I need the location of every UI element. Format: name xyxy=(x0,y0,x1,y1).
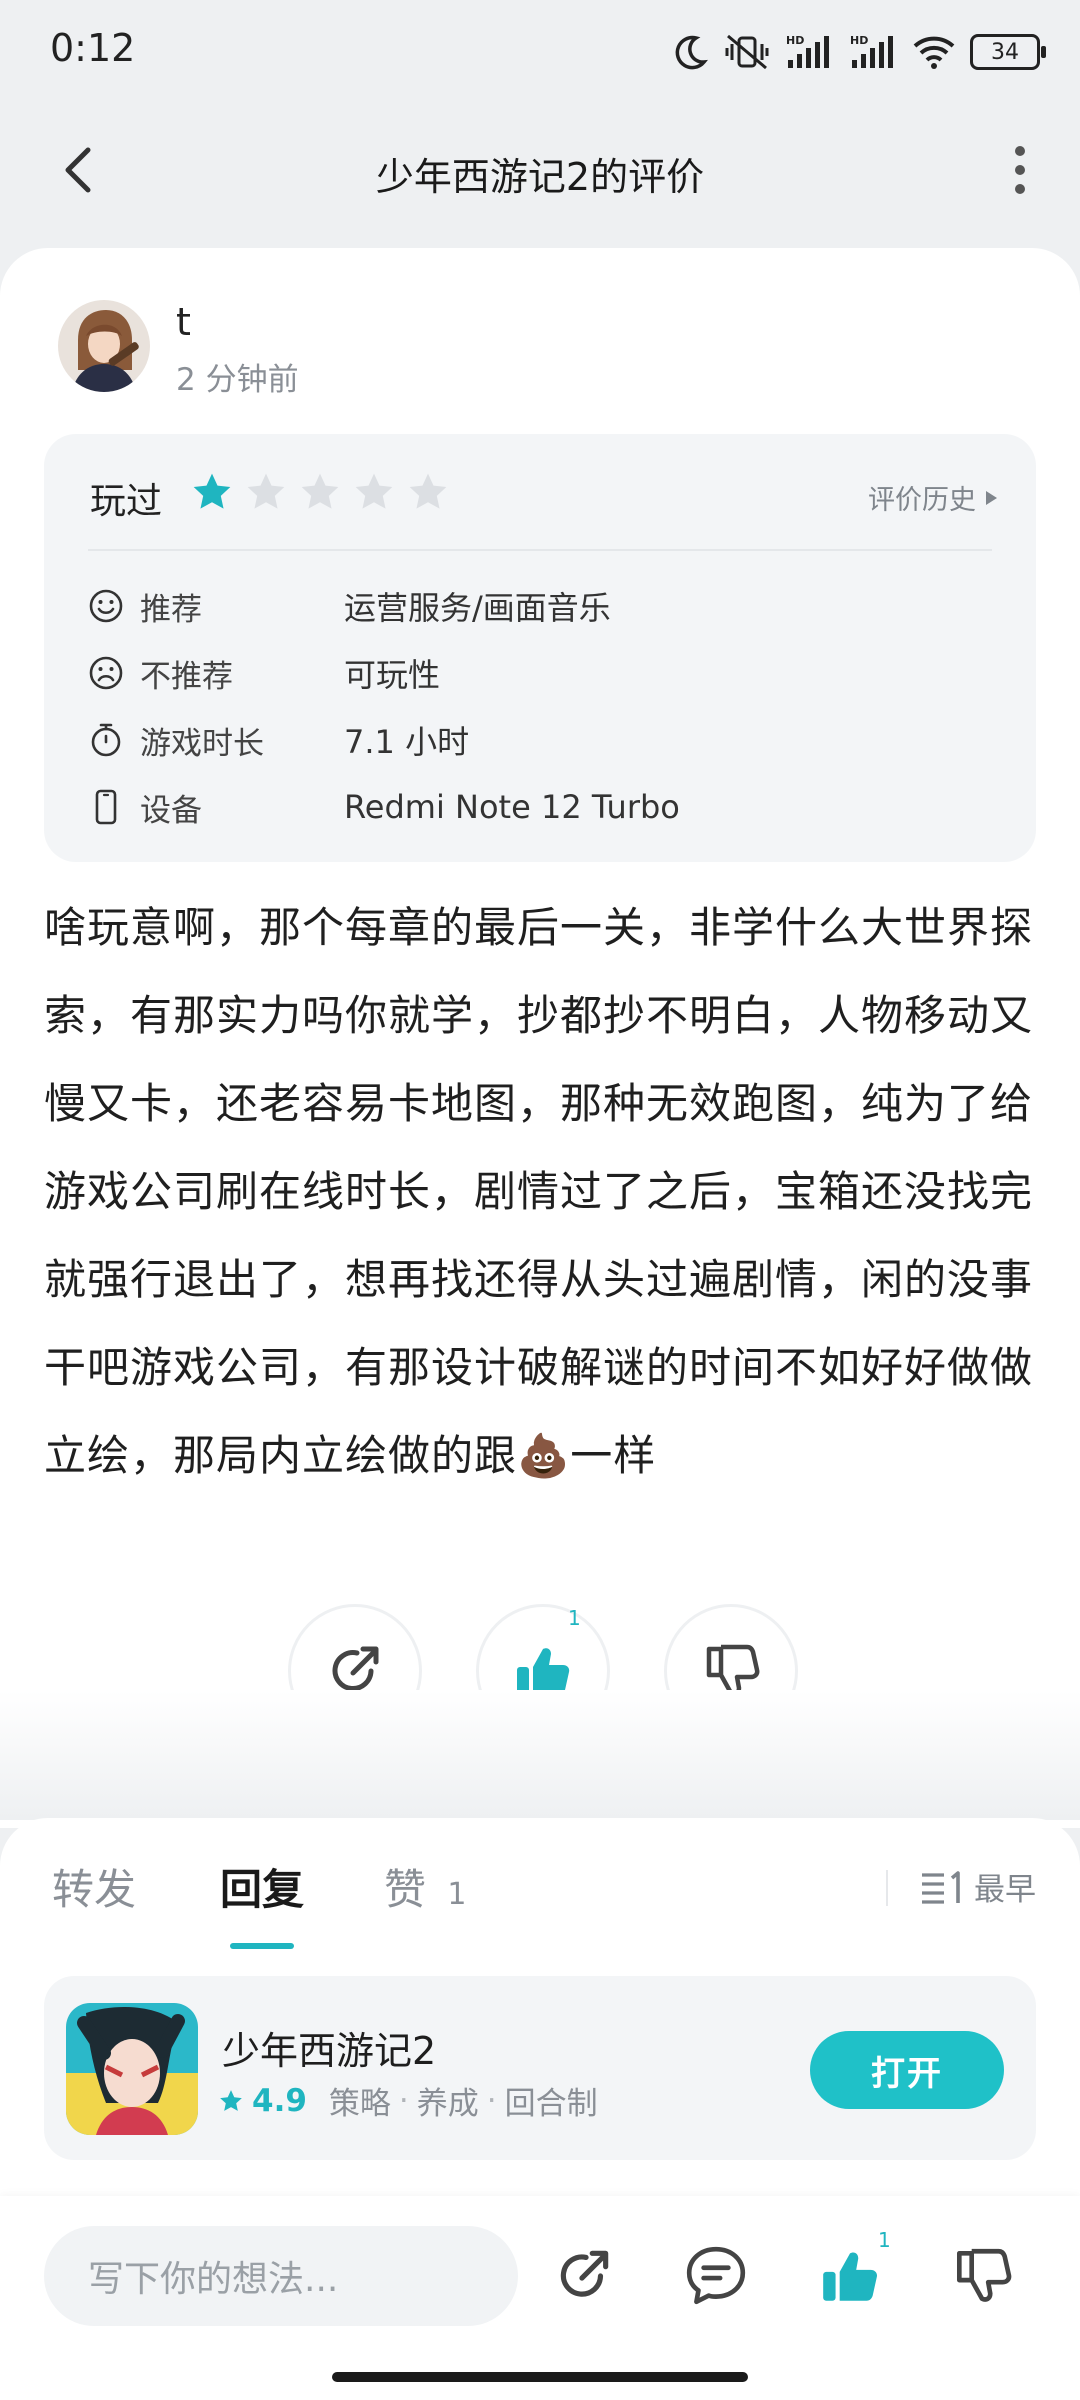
sort-button[interactable]: 最早 xyxy=(920,1864,1036,1909)
star-icon xyxy=(220,2089,242,2111)
smile-icon xyxy=(89,589,123,623)
star-empty-icon xyxy=(409,473,447,509)
rating-history-label: 评价历史 xyxy=(868,485,976,516)
comment-icon xyxy=(686,2246,746,2305)
sort-icon xyxy=(922,1870,960,1904)
post-time: 2 分钟前 xyxy=(176,362,299,398)
game-icon-image xyxy=(66,2003,198,2135)
star-empty-icon xyxy=(355,473,393,509)
like-count: 1 xyxy=(568,1606,581,1630)
stopwatch-icon xyxy=(91,723,121,757)
status-bar: 0:12 HD HD 34 xyxy=(0,0,1080,110)
bottom-share-button[interactable] xyxy=(540,2232,628,2320)
detail-value: 7.1 小时 xyxy=(344,723,470,761)
star-filled-icon xyxy=(193,473,231,509)
detail-row-playtime: 游戏时长 7.1 小时 xyxy=(88,712,469,768)
tag-separator: · xyxy=(486,2082,497,2119)
svg-text:HD: HD xyxy=(850,34,868,47)
signal-hd-icon: HD xyxy=(850,34,893,68)
game-icon[interactable] xyxy=(66,2003,198,2135)
rating-history-link[interactable]: 评价历史 xyxy=(868,478,998,517)
wifi-icon xyxy=(913,36,955,69)
signal-hd-icon: HD xyxy=(786,34,829,68)
tag-separator: · xyxy=(398,2082,409,2119)
game-tag: 养成 xyxy=(416,2086,479,2122)
battery-level: 34 xyxy=(991,39,1019,65)
detail-label: 不推荐 xyxy=(140,658,233,695)
avatar-image xyxy=(58,300,150,392)
bottom-like-count: 1 xyxy=(878,2228,891,2252)
detail-row-not-recommend: 不推荐 可玩性 xyxy=(88,645,440,701)
more-vertical-icon xyxy=(1015,146,1025,194)
svg-text:HD: HD xyxy=(786,34,804,47)
status-time: 0:12 xyxy=(50,26,136,70)
active-tab-indicator xyxy=(230,1943,294,1949)
tab-likes[interactable]: 赞 1 xyxy=(384,1856,466,1917)
bottom-comment-button[interactable] xyxy=(672,2232,760,2320)
detail-label: 游戏时长 xyxy=(140,725,264,762)
tab-label: 回复 xyxy=(220,1865,305,1914)
thumbs-up-icon xyxy=(823,2252,878,2301)
phone-icon xyxy=(95,789,117,825)
game-tag: 策略 xyxy=(328,2086,391,2122)
more-button[interactable] xyxy=(990,140,1050,200)
user-name[interactable]: t xyxy=(176,300,191,344)
game-name[interactable]: 少年西游记2 xyxy=(222,2020,436,2075)
battery-icon: 34 xyxy=(970,34,1046,70)
header: 少年西游记2的评价 xyxy=(0,110,1080,230)
star-rating xyxy=(190,470,450,514)
tab-label: 赞 xyxy=(384,1865,427,1914)
vibrate-off-icon xyxy=(725,34,769,70)
divider xyxy=(886,1870,888,1906)
divider xyxy=(88,549,992,551)
moon-icon xyxy=(675,35,708,70)
detail-label: 推荐 xyxy=(140,591,202,628)
section-fade xyxy=(0,1690,1080,1820)
detail-value: 可玩性 xyxy=(344,656,441,694)
tab-count: 1 xyxy=(447,1877,467,1912)
detail-label: 设备 xyxy=(140,792,202,829)
status-icons: HD HD 34 xyxy=(670,24,1046,80)
open-game-button[interactable]: 打开 xyxy=(810,2031,1004,2109)
avatar[interactable] xyxy=(58,300,150,392)
game-tag: 回合制 xyxy=(504,2086,598,2122)
star-empty-icon xyxy=(301,473,339,509)
play-arrow-icon xyxy=(986,490,997,505)
share-icon xyxy=(560,2250,609,2297)
review-text: 啥玩意啊，那个每章的最后一关，非学什么大世界探索，有那实力吗你就学，抄都抄不明白… xyxy=(44,903,1034,1480)
thumbs-down-icon xyxy=(956,2248,1012,2302)
detail-row-recommend: 推荐 运营服务/画面音乐 xyxy=(88,578,611,634)
played-label: 玩过 xyxy=(90,481,163,522)
tab-reply[interactable]: 回复 xyxy=(220,1856,304,1917)
game-score: 4.9 xyxy=(252,2082,307,2119)
tab-forward[interactable]: 转发 xyxy=(52,1856,136,1917)
home-indicator[interactable] xyxy=(332,2372,748,2382)
game-meta: 4.9 策略 · 养成 · 回合制 xyxy=(218,2078,598,2123)
tab-label: 转发 xyxy=(52,1865,137,1914)
detail-value: Redmi Note 12 Turbo xyxy=(344,788,680,826)
detail-value: 运营服务/画面音乐 xyxy=(344,589,611,627)
detail-row-device: 设备 Redmi Note 12 Turbo xyxy=(88,779,680,835)
star-empty-icon xyxy=(247,473,285,509)
sort-label: 最早 xyxy=(974,1872,1036,1908)
frown-icon xyxy=(89,656,123,690)
bottom-dislike-button[interactable] xyxy=(938,2232,1026,2320)
page-title: 少年西游记2的评价 xyxy=(375,155,705,199)
comment-input[interactable]: 写下你的想法... xyxy=(44,2226,518,2326)
